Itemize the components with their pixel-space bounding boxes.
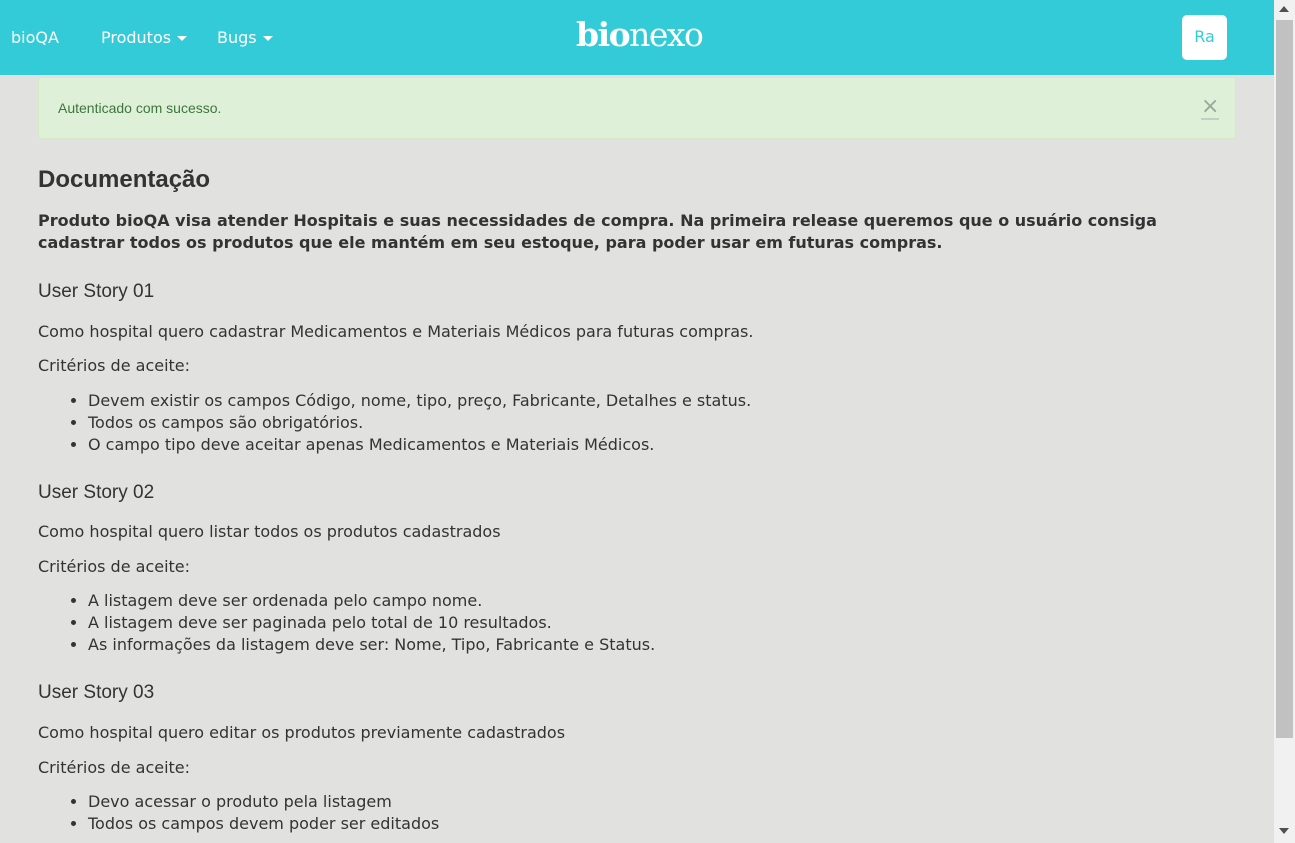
logo-part-nexo: nexo [629, 15, 704, 54]
story-title: User Story 01 [38, 281, 155, 302]
user-avatar-button[interactable]: Ra [1182, 15, 1227, 60]
story-description: Como hospital quero editar os produtos p… [38, 723, 566, 742]
caret-down-icon [262, 36, 273, 41]
story-title: User Story 03 [38, 682, 155, 703]
intro-paragraph: Produto bioQA visa atender Hospitais e s… [38, 211, 1157, 252]
criteria-list: A listagem deve ser ordenada pelo campo … [38, 590, 655, 656]
top-navbar: bioQA Produtos Bugs bionexo Ra [0, 0, 1274, 75]
logo-part-bio: bio [576, 15, 631, 54]
bugs-menu-label: Bugs [217, 28, 257, 47]
criteria-list: Devo acessar o produto pela listagem Tod… [38, 791, 439, 835]
list-item: Devo acessar o produto pela listagem [88, 791, 439, 813]
list-item: A listagem deve ser ordenada pelo campo … [88, 590, 655, 612]
close-icon[interactable]: × [1201, 96, 1220, 120]
list-item: Todos os campos devem poder ser editados [88, 813, 439, 835]
list-item: Devem existir os campos Código, nome, ti… [88, 390, 751, 412]
list-item: A listagem deve ser paginada pelo total … [88, 612, 655, 634]
produtos-menu[interactable]: Produtos [101, 28, 188, 47]
story-description: Como hospital quero listar todos os prod… [38, 522, 501, 541]
alert-message: Autenticado com sucesso. [58, 100, 222, 116]
bugs-menu[interactable]: Bugs [217, 28, 273, 47]
page-title: Documentação [38, 166, 211, 193]
criteria-label: Critérios de aceite: [38, 557, 191, 576]
bionexo-logo: bionexo [576, 15, 704, 54]
criteria-label: Critérios de aceite: [38, 356, 191, 375]
story-description: Como hospital quero cadastrar Medicament… [38, 322, 754, 341]
story-title: User Story 02 [38, 482, 155, 503]
criteria-label: Critérios de aceite: [38, 758, 191, 777]
list-item: Todos os campos são obrigatórios. [88, 412, 751, 434]
criteria-list: Devem existir os campos Código, nome, ti… [38, 390, 751, 456]
scroll-down-arrow-icon[interactable] [1279, 828, 1289, 834]
produtos-menu-label: Produtos [101, 28, 172, 47]
success-alert: Autenticado com sucesso. × [38, 77, 1236, 139]
brand-link[interactable]: bioQA [11, 28, 59, 47]
scrollbar-thumb[interactable] [1276, 20, 1293, 738]
scroll-up-arrow-icon[interactable] [1279, 6, 1289, 12]
caret-down-icon [177, 36, 188, 41]
vertical-scrollbar[interactable] [1274, 0, 1295, 843]
list-item: O campo tipo deve aceitar apenas Medicam… [88, 434, 751, 456]
list-item: As informações da listagem deve ser: Nom… [88, 634, 655, 656]
